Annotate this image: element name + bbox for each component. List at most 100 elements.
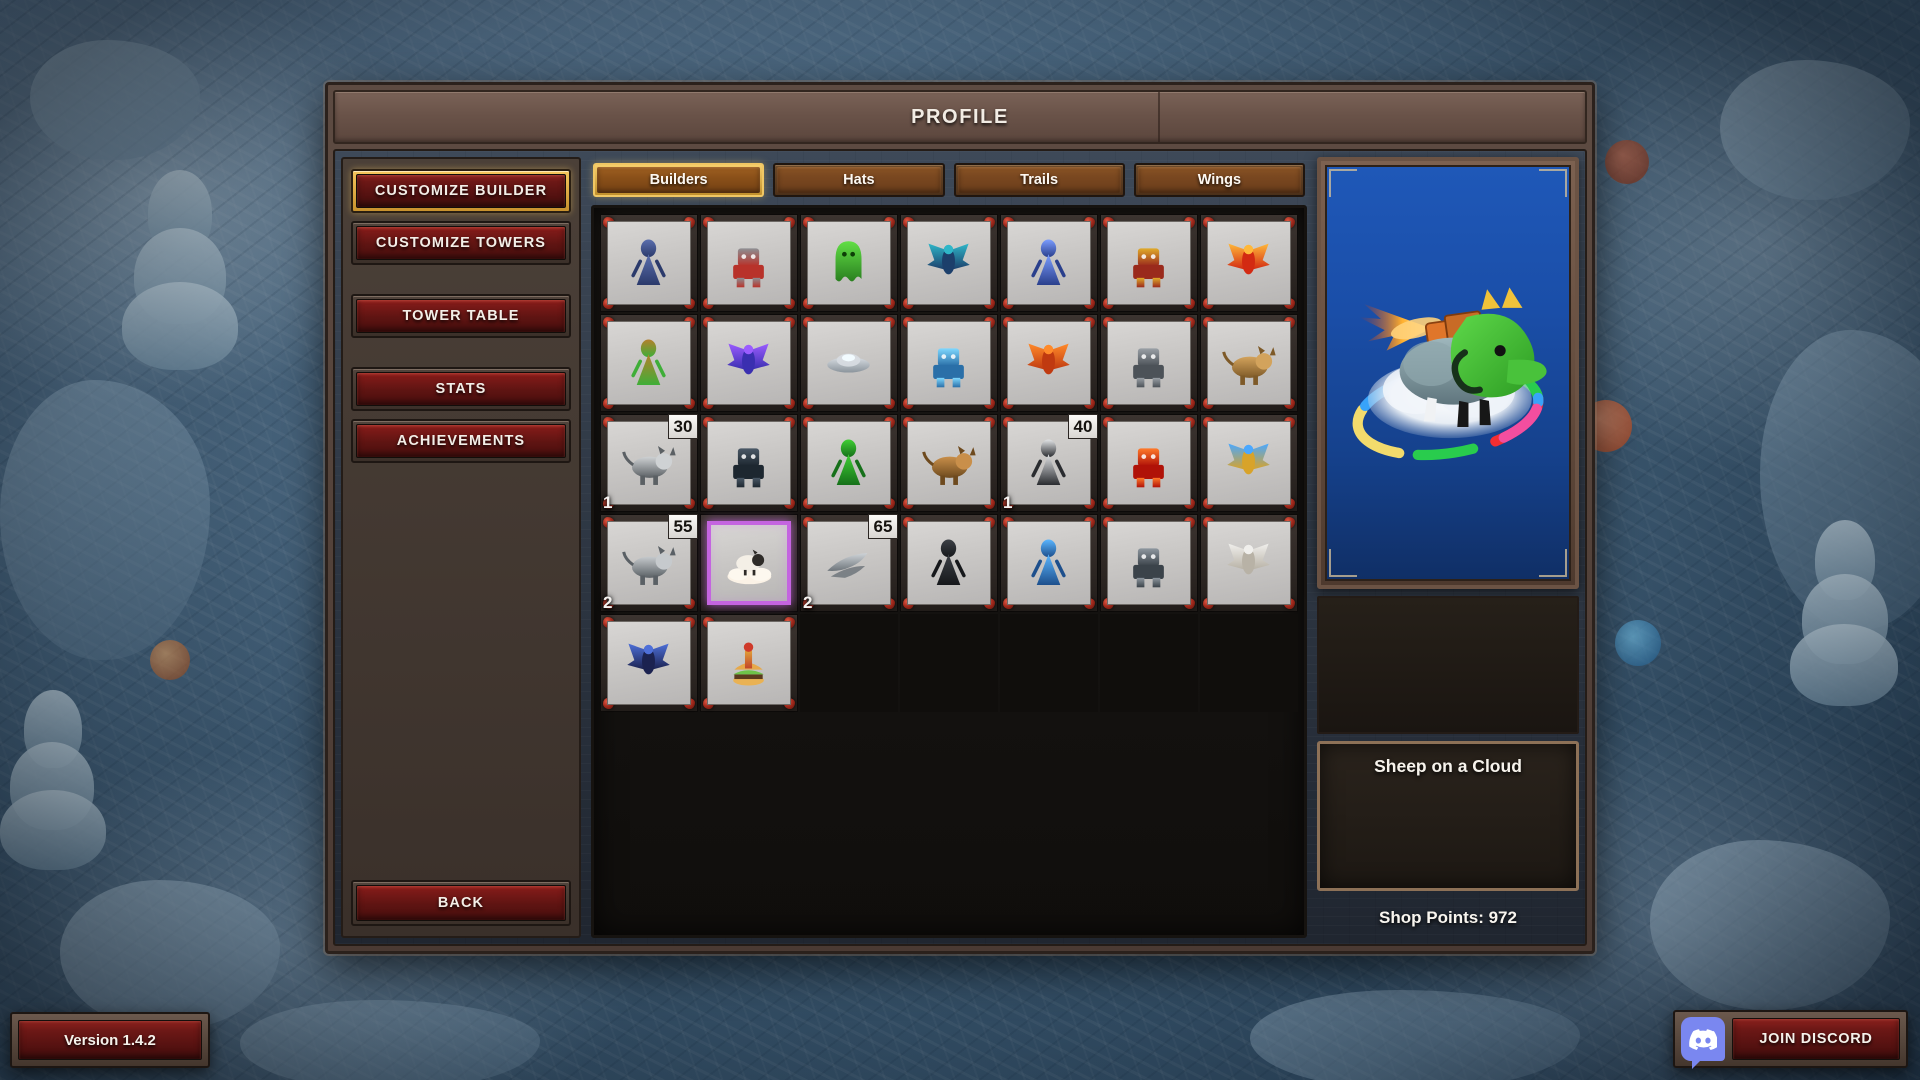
- item-cell-dark-cloaked-figure[interactable]: [900, 514, 998, 612]
- version-badge: Version 1.4.2: [10, 1012, 210, 1068]
- window-title-bar: PROFILE: [333, 90, 1587, 144]
- blue-hooded-mage-icon: [619, 233, 678, 292]
- back-button[interactable]: BACK: [351, 880, 571, 926]
- item-thumbnail: [1107, 321, 1191, 405]
- discord-glyph-icon: [1689, 1028, 1717, 1050]
- fire-phoenix-warrior-icon: [1219, 233, 1278, 292]
- sidebar-item-label: ACHIEVEMENTS: [396, 433, 526, 449]
- item-cost-badge: 30: [668, 414, 698, 439]
- item-cell-green-bio-soldier[interactable]: [800, 414, 898, 512]
- item-thumbnail: [1007, 221, 1091, 305]
- blue-cloaked-spirit-icon: [1019, 233, 1078, 292]
- orange-flame-beast-icon: [1019, 333, 1078, 392]
- item-cell-blue-surfer-warrior[interactable]: [1000, 514, 1098, 612]
- join-discord-button[interactable]: JOIN DISCORD: [1732, 1018, 1900, 1060]
- sidebar-divider: [351, 346, 571, 359]
- brown-winged-lion-icon: [919, 433, 978, 492]
- silver-ufo-saucer-icon: [819, 333, 878, 392]
- item-cell-blue-cloaked-spirit[interactable]: [1000, 214, 1098, 312]
- tab-wings[interactable]: Wings: [1133, 163, 1305, 197]
- item-name: Sheep on a Cloud: [1374, 756, 1522, 776]
- item-cost-badge: 55: [668, 514, 698, 539]
- item-cell-scythe-reaper-machine[interactable]: [700, 214, 798, 312]
- tab-label: Wings: [1197, 172, 1242, 188]
- version-label: Version 1.4.2: [64, 1031, 156, 1049]
- item-cell-red-magma-brute[interactable]: [1100, 414, 1198, 512]
- item-thumbnail: [707, 621, 791, 705]
- blue-winged-angel-icon: [619, 633, 678, 692]
- item-cell-dark-mech-walker[interactable]: [700, 414, 798, 512]
- sidebar-item-customize-builder[interactable]: CUSTOMIZE BUILDER: [351, 169, 571, 213]
- tab-builders[interactable]: Builders: [593, 163, 765, 197]
- item-thumbnail: [807, 221, 891, 305]
- sidebar-item-customize-towers[interactable]: CUSTOMIZE TOWERS: [351, 221, 571, 265]
- discord-bar: JOIN DISCORD: [1673, 1010, 1908, 1069]
- item-thumbnail: [807, 321, 891, 405]
- preview-column: Sheep on a Cloud Shop Points: 972: [1317, 157, 1579, 938]
- item-cell-silver-ufo-saucer[interactable]: [800, 314, 898, 412]
- item-cell-green-glowing-ghost[interactable]: [800, 214, 898, 312]
- item-thumbnail: [907, 221, 991, 305]
- sidebar-item-achievements[interactable]: ACHIEVEMENTS: [351, 419, 571, 463]
- item-cell-sheep-on-a-cloud[interactable]: [700, 514, 798, 612]
- item-tier-label: 2: [803, 593, 813, 612]
- item-cell-golden-armored-knight[interactable]: [1100, 214, 1198, 312]
- golden-armored-knight-icon: [1119, 233, 1178, 292]
- burger-stand-builder-icon: [719, 633, 778, 692]
- item-cell-white-owl-bird[interactable]: [1200, 514, 1298, 612]
- item-cost-badge: 65: [868, 514, 898, 539]
- corner-ornament-icon: [1329, 169, 1357, 197]
- tab-label: Hats: [843, 172, 875, 188]
- item-cell-skeleton-pirate[interactable]: 40 1: [1000, 414, 1098, 512]
- ice-crystal-golem-icon: [919, 333, 978, 392]
- back-button-label: BACK: [437, 895, 485, 911]
- item-thumbnail: [707, 321, 791, 405]
- item-cell-blue-winged-angel[interactable]: [600, 614, 698, 712]
- sidebar-item-label: TOWER TABLE: [402, 308, 520, 324]
- preview-info-spacer: [1317, 596, 1579, 734]
- category-tabs: Builders Hats Trails Wings: [591, 157, 1307, 205]
- item-cell-grey-horned-drake[interactable]: 55 2: [600, 514, 698, 612]
- tab-hats[interactable]: Hats: [773, 163, 945, 197]
- blue-surfer-warrior-icon: [1019, 533, 1078, 592]
- item-cell-silver-claw-blade[interactable]: 65 2: [800, 514, 898, 612]
- corner-ornament-icon: [1539, 169, 1567, 197]
- steel-armored-guard-icon: [1119, 533, 1178, 592]
- teal-winged-demon-icon: [919, 233, 978, 292]
- silver-claw-blade-icon: [819, 533, 878, 592]
- item-cell-blue-hooded-mage[interactable]: [600, 214, 698, 312]
- dark-mech-walker-icon: [719, 433, 778, 492]
- item-cell-horned-skull-rider[interactable]: 30 1: [600, 414, 698, 512]
- item-name-box: Sheep on a Cloud: [1317, 741, 1579, 891]
- item-cell-steel-armored-guard[interactable]: [1100, 514, 1198, 612]
- sidebar-item-stats[interactable]: STATS: [351, 367, 571, 411]
- scythe-reaper-machine-icon: [719, 233, 778, 292]
- item-cell-brown-winged-lion[interactable]: [900, 414, 998, 512]
- item-thumbnail: [607, 321, 691, 405]
- item-thumbnail: [1007, 321, 1091, 405]
- item-cell-fire-phoenix-warrior[interactable]: [1200, 214, 1298, 312]
- item-cell-purple-energy-spirit[interactable]: [700, 314, 798, 412]
- item-cell-grey-armored-brute[interactable]: [1100, 314, 1198, 412]
- item-cell-green-helm-alchemist[interactable]: [600, 314, 698, 412]
- item-cell-orange-flame-beast[interactable]: [1000, 314, 1098, 412]
- join-discord-label: JOIN DISCORD: [1759, 1031, 1873, 1047]
- item-thumbnail: [1007, 521, 1091, 605]
- item-thumbnail: [1207, 321, 1291, 405]
- item-tier-label: 1: [603, 493, 613, 512]
- item-thumbnail: [1207, 521, 1291, 605]
- item-cell-burger-stand-builder[interactable]: [700, 614, 798, 712]
- item-thumbnail: [1107, 521, 1191, 605]
- item-cell-tan-fox-creature[interactable]: [1200, 314, 1298, 412]
- skeleton-pirate-icon: [1019, 433, 1078, 492]
- item-cell-blue-flame-sorcerer[interactable]: [1200, 414, 1298, 512]
- item-cell-ice-crystal-golem[interactable]: [900, 314, 998, 412]
- item-cost-badge: 40: [1068, 414, 1098, 439]
- tan-fox-creature-icon: [1219, 333, 1278, 392]
- window-body: CUSTOMIZE BUILDER CUSTOMIZE TOWERS TOWER…: [333, 149, 1587, 946]
- sidebar-item-tower-table[interactable]: TOWER TABLE: [351, 294, 571, 338]
- character-preview[interactable]: [1325, 165, 1571, 581]
- tab-trails[interactable]: Trails: [953, 163, 1125, 197]
- item-cell-teal-winged-demon[interactable]: [900, 214, 998, 312]
- sidebar-divider: [351, 273, 571, 286]
